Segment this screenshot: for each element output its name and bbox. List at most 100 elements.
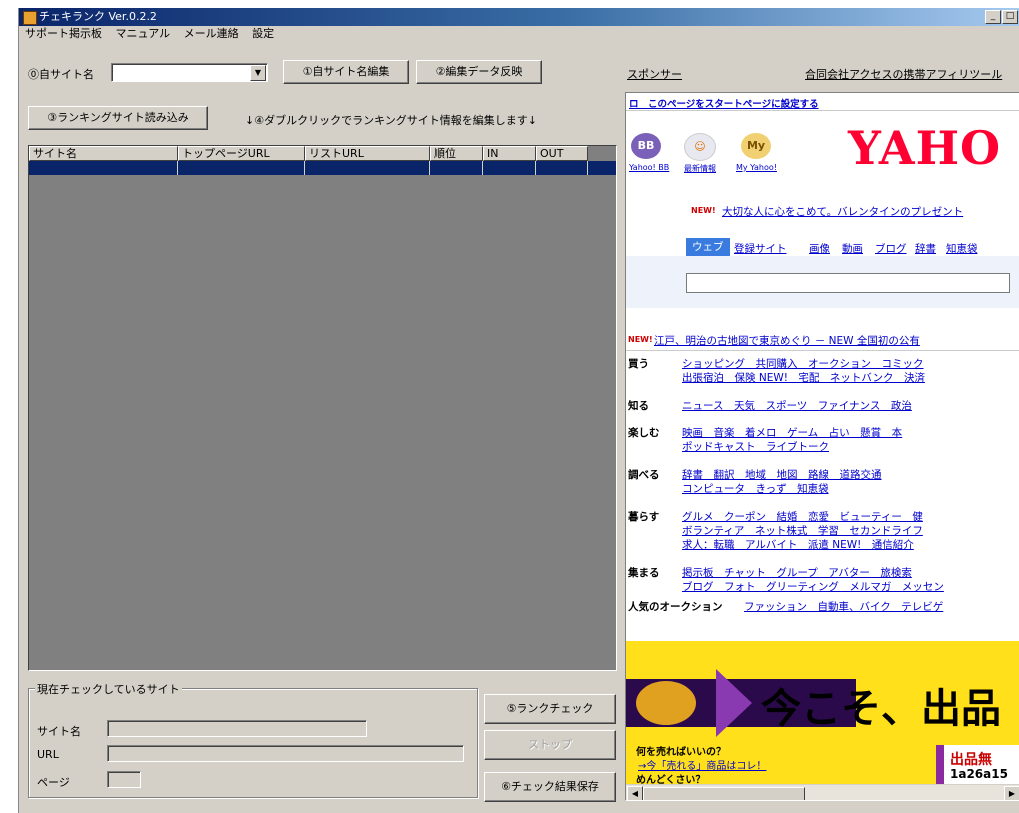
category-links[interactable]: ブログ フォト グリーティング メルマガ メッセン — [682, 579, 944, 594]
arrow-head-icon — [716, 669, 752, 737]
own-site-label: ⓪自サイト名 — [28, 68, 94, 81]
rank-check-button[interactable]: ⑤ランクチェック — [484, 694, 616, 724]
banner-headline: 今こそ、出品 — [761, 686, 1001, 732]
current-url-field — [107, 745, 464, 762]
category-links[interactable]: 映画 音楽 着メロ ゲーム 占い 懸賞 本 — [682, 425, 902, 440]
news-icon[interactable]: ☺ — [684, 133, 716, 161]
auction-links[interactable]: ファッション 自動車、バイク テレビゲ — [744, 599, 943, 614]
url-label: URL — [37, 748, 59, 761]
category-links[interactable]: ニュース 天気 スポーツ ファイナンス 政治 — [682, 398, 912, 413]
cell-in — [483, 161, 536, 175]
category-label: 楽しむ — [628, 427, 660, 439]
edit-site-name-button[interactable]: ①自サイト名編集 — [283, 60, 409, 84]
divider — [626, 110, 1019, 111]
app-window: チェキランク Ver.0.2.2 _ □ サポート掲示板 マニュアル メール連絡 … — [18, 8, 1019, 813]
new-badge: NEW! — [691, 206, 716, 215]
cell-rank — [430, 161, 483, 175]
bb-icon[interactable]: BB — [631, 133, 661, 159]
yahoo-logo[interactable]: YAHO — [848, 121, 1001, 175]
tab-images[interactable]: 画像 — [809, 241, 830, 256]
app-icon — [23, 11, 37, 25]
minimize-button[interactable]: _ — [985, 10, 1001, 24]
category-links[interactable]: 掲示板 チャット グループ アバター 旅検索 — [682, 565, 912, 580]
news-label[interactable]: 最新情報 — [684, 163, 716, 174]
banner-hot-items-link[interactable]: →今「売れる」商品はコレ！ — [638, 757, 766, 772]
load-ranking-sites-button[interactable]: ③ランキングサイト読み込み — [28, 106, 208, 130]
category-label: 集まる — [628, 567, 660, 579]
category-label: 暮らす — [628, 511, 660, 523]
my-yahoo-label[interactable]: My Yahoo! — [736, 163, 777, 172]
category-links[interactable]: ショッピング 共同購入 オークション コミック — [682, 356, 924, 371]
site-name-label: サイト名 — [37, 725, 81, 738]
banner-question-2: めんどくさい？ — [636, 775, 706, 784]
cell-list-url — [305, 161, 430, 175]
category-links[interactable]: 辞書 翻訳 地域 地図 路線 道路交通 — [682, 467, 882, 482]
column-out[interactable]: OUT — [536, 146, 588, 161]
category-label: 知る — [628, 400, 649, 412]
column-rank[interactable]: 順位 — [430, 146, 483, 161]
category-label: 買う — [628, 358, 649, 370]
menu-support-board[interactable]: サポート掲示板 — [25, 27, 102, 40]
divider — [626, 350, 1019, 351]
banner-side-box: 出品無 1a26a15 — [936, 745, 1019, 784]
page-label: ページ — [37, 776, 70, 789]
column-top-url[interactable]: トップページURL — [178, 146, 305, 161]
gavel-icon — [636, 681, 696, 725]
table-row[interactable] — [29, 161, 616, 175]
tab-web[interactable]: ウェブ — [686, 238, 730, 256]
ad-banner[interactable]: 今こそ、出品 何を売ればいいの？ →今「売れる」商品はコレ！ めんどくさい？ 出… — [626, 641, 1019, 784]
my-yahoo-icon[interactable]: My — [741, 133, 771, 159]
chevron-down-icon[interactable]: ▼ — [250, 65, 266, 81]
tab-dictionary[interactable]: 辞書 — [915, 241, 936, 256]
menu-manual[interactable]: マニュアル — [116, 27, 171, 40]
tab-chiebukuro[interactable]: 知恵袋 — [946, 241, 978, 256]
save-results-button[interactable]: ⑥チェック結果保存 — [484, 772, 616, 802]
banner-side-text: 出品無 — [950, 752, 992, 768]
category-links[interactable]: 求人：転職 アルバイト 派遣 NEW! 通信紹介 — [682, 537, 914, 552]
sponsor-browser[interactable]: ロ このページをスタートページに設定する BB Yahoo! BB ☺ 最新情報… — [625, 92, 1019, 801]
current-page-field — [107, 771, 141, 788]
menu-settings[interactable]: 設定 — [252, 27, 274, 40]
own-site-combo[interactable]: ▼ — [111, 63, 268, 82]
menu-bar: サポート掲示板 マニュアル メール連絡 設定 — [19, 26, 1019, 42]
stop-button[interactable]: ストップ — [484, 730, 616, 760]
search-tabs: ウェブ 登録サイト 画像 動画 ブログ 辞書 知恵袋 — [686, 238, 1019, 258]
tab-registered-sites[interactable]: 登録サイト — [734, 241, 787, 256]
column-site-name[interactable]: サイト名 — [29, 146, 178, 161]
news-headline-link[interactable]: 江戸、明治の古地図で東京めぐり － NEW 全国初の公有 — [654, 333, 920, 348]
bb-label[interactable]: Yahoo! BB — [629, 163, 669, 172]
cell-site-name — [29, 161, 178, 175]
maximize-button[interactable]: □ — [1002, 10, 1018, 24]
category-links[interactable]: ボランティア ネット株式 学習 セカンドライフ — [682, 523, 923, 538]
news-new-badge: NEW! — [628, 335, 653, 344]
search-input[interactable] — [686, 273, 1010, 293]
column-list-url[interactable]: リストURL — [305, 146, 430, 161]
scroll-right-icon[interactable]: ▶ — [1004, 786, 1019, 800]
sponsor-label: スポンサー — [627, 68, 682, 81]
banner-date: 1a26a15 — [950, 767, 1008, 781]
banner-question-1: 何を売ればいいの？ — [636, 747, 726, 758]
category-label: 調べる — [628, 469, 660, 481]
menu-mail[interactable]: メール連絡 — [184, 27, 239, 40]
promo-link[interactable]: 大切な人に心をこめて。バレンタインのプレゼント — [722, 204, 963, 219]
category-links[interactable]: コンピュータ きっず 知恵袋 — [682, 481, 829, 496]
ranking-site-list[interactable]: サイト名 トップページURL リストURL 順位 IN OUT — [28, 145, 617, 671]
set-start-page-link[interactable]: ロ このページをスタートページに設定する — [629, 96, 819, 110]
scroll-thumb[interactable] — [643, 787, 805, 800]
tab-video[interactable]: 動画 — [842, 241, 863, 256]
group-title: 現在チェックしているサイト — [35, 681, 182, 697]
scroll-left-icon[interactable]: ◀ — [627, 786, 643, 800]
category-links[interactable]: グルメ クーポン 結婚 恋愛 ビューティー 健 — [682, 509, 923, 524]
reflect-data-button[interactable]: ②編集データ反映 — [416, 60, 542, 84]
horizontal-scrollbar[interactable]: ◀ ▶ — [626, 784, 1019, 800]
cell-top-url — [178, 161, 305, 175]
category-links[interactable]: 出張宿泊 保険 NEW! 宅配 ネットバンク 決済 — [682, 370, 925, 385]
title-bar[interactable]: チェキランク Ver.0.2.2 _ □ — [19, 8, 1019, 26]
category-links[interactable]: ポッドキャスト ライブトーク — [682, 439, 829, 454]
sponsor-link[interactable]: 合同会社アクセスの携帯アフィリツール — [805, 66, 1002, 82]
current-site-name-field — [107, 720, 367, 737]
tab-blog[interactable]: ブログ — [875, 241, 907, 256]
column-in[interactable]: IN — [483, 146, 536, 161]
cell-out — [536, 161, 588, 175]
auction-label: 人気のオークション — [628, 601, 723, 613]
